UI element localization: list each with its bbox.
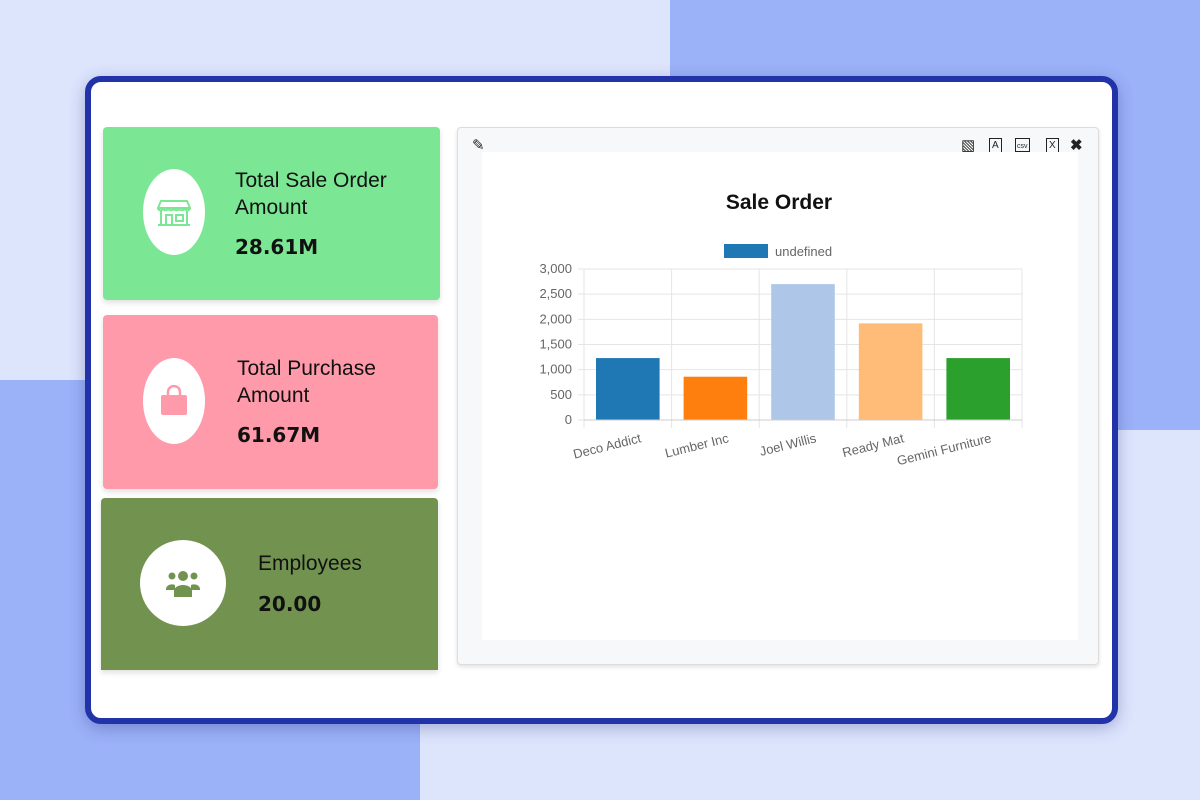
icon-circle: [143, 358, 205, 444]
card-purchase[interactable]: Total Purchase Amount 61.67M: [103, 315, 438, 489]
x-tick-label: Deco Addict: [572, 430, 643, 461]
y-tick-label: 0: [565, 412, 572, 427]
chart-panel: ✎ ▧ A csv X ✖ Sale Order undefined 0 500 1…: [457, 127, 1099, 665]
y-tick-label: 500: [550, 387, 572, 402]
x-tick-label: Lumber Inc: [663, 430, 730, 460]
bar-joel-willis: [771, 284, 835, 420]
y-tick-label: 1,000: [539, 362, 572, 377]
card-value: 20.00: [258, 592, 322, 616]
csv-icon[interactable]: csv: [1015, 138, 1030, 152]
bar-chart: Sale Order undefined 0 500 1,000 1,500 2,000…: [539, 191, 1023, 468]
x-tick-label: Joel Willis: [758, 430, 818, 459]
y-tick-label: 2,500: [539, 286, 572, 301]
y-tick-label: 3,000: [539, 261, 572, 276]
users-icon: [166, 571, 200, 597]
pdf-icon[interactable]: A: [989, 138, 1002, 153]
card-value: 28.61M: [235, 235, 319, 259]
legend-swatch: [724, 244, 768, 258]
excel-icon[interactable]: X: [1046, 138, 1059, 153]
bar-ready-mat: [858, 323, 923, 420]
icon-circle: [140, 540, 226, 626]
bar-deco-addict: [596, 358, 660, 420]
chart-area: Sale Order undefined 0 500 1,000 1,500 2,000…: [482, 152, 1078, 640]
dashboard-window: Total Sale Order Amount 28.61M Total Purc…: [85, 76, 1118, 724]
chart-title: Sale Order: [726, 191, 832, 214]
store-icon: [157, 200, 191, 226]
card-employees[interactable]: Employees 20.00: [101, 498, 438, 670]
card-title: Total Sale Order Amount: [235, 169, 387, 219]
y-tick-label: 2,000: [539, 311, 572, 326]
legend-label[interactable]: undefined: [775, 244, 832, 259]
card-sale-order[interactable]: Total Sale Order Amount 28.61M: [103, 127, 440, 300]
icon-circle: [143, 169, 205, 255]
bar-lumber-inc: [683, 376, 748, 420]
x-tick-label: Gemini Furniture: [895, 430, 993, 468]
card-title: Employees: [258, 552, 362, 575]
bar-gemini-furniture: [946, 358, 1010, 420]
shopping-bag-icon: [161, 385, 187, 415]
card-title: Total Purchase Amount: [237, 357, 376, 407]
card-value: 61.67M: [237, 423, 321, 447]
y-tick-label: 1,500: [539, 337, 572, 352]
